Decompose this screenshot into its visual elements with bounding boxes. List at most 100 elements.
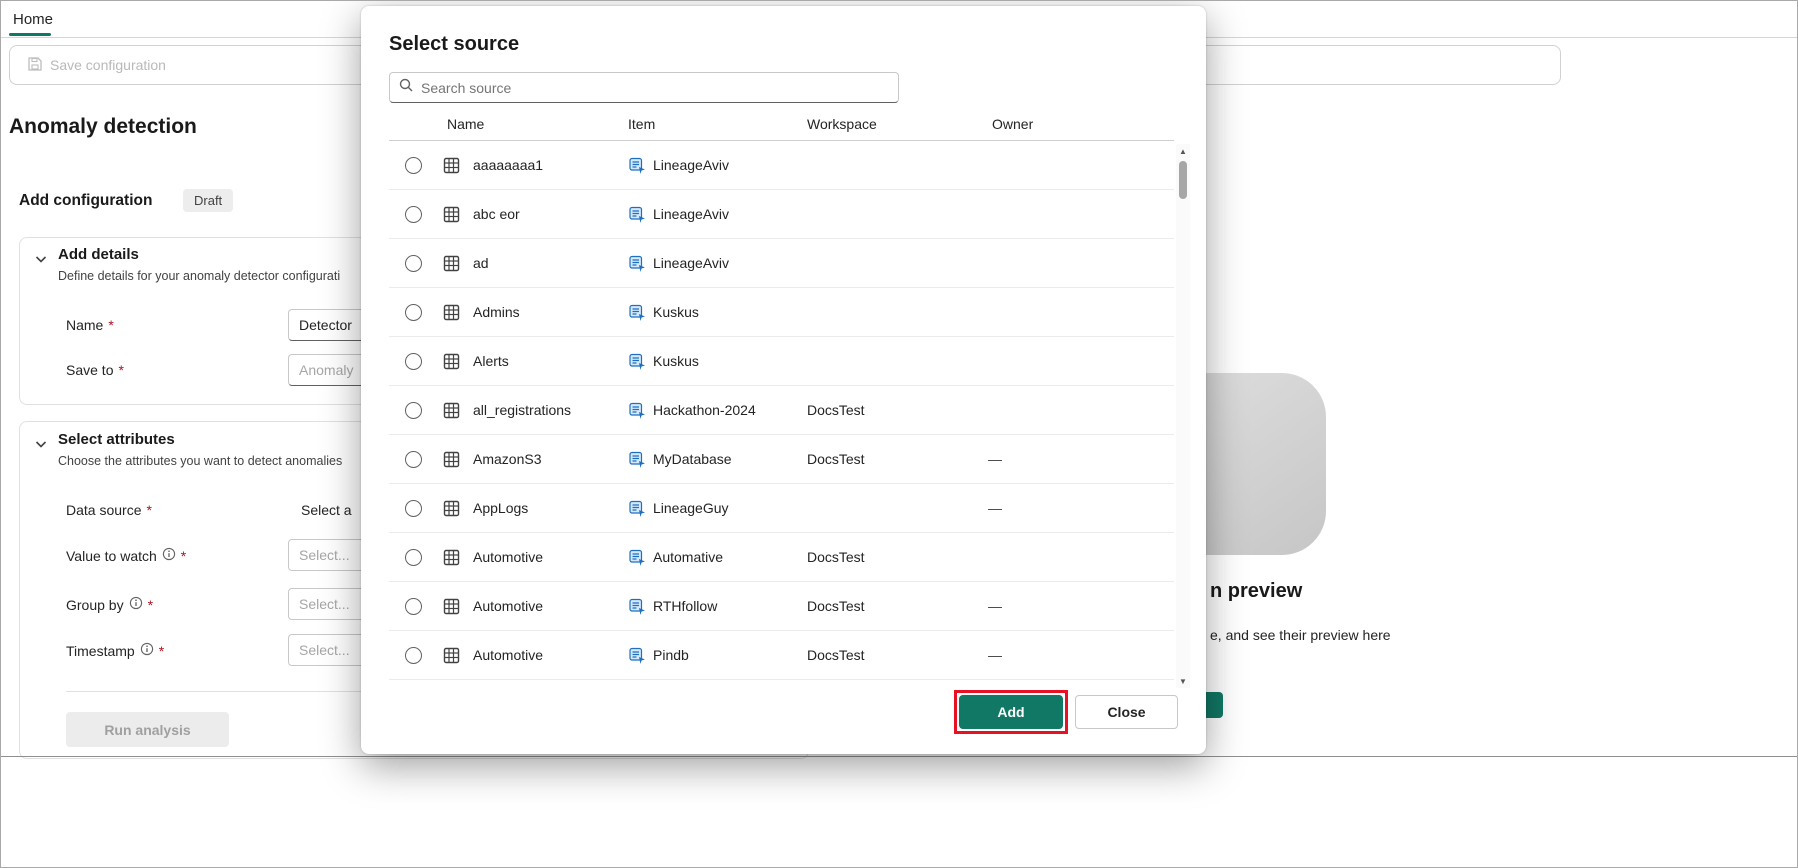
table-row[interactable]: Automotive RTHfollow DocsTest —: [389, 582, 1174, 631]
search-icon: [398, 77, 414, 98]
data-source-label: Data source *: [66, 502, 152, 518]
table-row[interactable]: Alerts Kuskus: [389, 337, 1174, 386]
row-name: abc eor: [473, 206, 520, 222]
table-row[interactable]: AmazonS3 MyDatabase DocsTest —: [389, 435, 1174, 484]
required-mark: *: [180, 547, 187, 564]
kql-database-icon: [629, 402, 646, 419]
row-item: LineageAviv: [653, 255, 730, 271]
tab-home[interactable]: Home: [13, 11, 53, 28]
row-name: AmazonS3: [473, 451, 542, 467]
table-row[interactable]: Automotive Automative DocsTest: [389, 533, 1174, 582]
save-icon: [27, 56, 43, 75]
table-row[interactable]: abc eor LineageAviv: [389, 190, 1174, 239]
kql-database-icon: [629, 598, 646, 615]
scrollbar[interactable]: ▲ ▼: [1176, 144, 1190, 688]
row-name: AppLogs: [473, 500, 529, 516]
row-radio[interactable]: [405, 206, 422, 223]
row-workspace: DocsTest: [807, 451, 865, 467]
table-grid-icon: [443, 451, 460, 468]
run-analysis-button[interactable]: Run analysis: [66, 712, 229, 747]
save-to-label: Save to *: [66, 362, 124, 378]
app-window: Home Save configuration Anomaly detectio…: [0, 0, 1798, 868]
timestamp-label: Timestamp *: [66, 642, 165, 659]
chevron-down-icon[interactable]: [34, 252, 48, 266]
column-header-item[interactable]: Item: [628, 116, 655, 132]
kql-database-icon: [629, 255, 646, 272]
required-mark: *: [147, 596, 154, 613]
row-radio[interactable]: [405, 353, 422, 370]
row-radio[interactable]: [405, 157, 422, 174]
row-workspace: DocsTest: [807, 647, 865, 663]
kql-database-icon: [629, 549, 646, 566]
row-item: Pindb: [653, 647, 689, 663]
add-details-title: Add details: [58, 246, 139, 263]
column-header-workspace[interactable]: Workspace: [807, 116, 877, 132]
table-row[interactable]: Admins Kuskus: [389, 288, 1174, 337]
required-mark: *: [158, 642, 165, 659]
draft-status-badge: Draft: [183, 189, 234, 212]
row-item: Automative: [653, 549, 724, 565]
row-radio[interactable]: [405, 598, 422, 615]
add-button[interactable]: Add: [959, 695, 1063, 729]
row-item: MyDatabase: [653, 451, 732, 467]
table-row[interactable]: aaaaaaaa1 LineageAviv: [389, 141, 1174, 190]
info-icon[interactable]: [129, 596, 143, 613]
kql-database-icon: [629, 451, 646, 468]
table-grid-icon: [443, 206, 460, 223]
row-name: Automotive: [473, 549, 544, 565]
row-item: LineageGuy: [653, 500, 729, 516]
chevron-down-icon[interactable]: [34, 437, 48, 451]
row-radio[interactable]: [405, 549, 422, 566]
row-radio[interactable]: [405, 500, 422, 517]
preview-heading-fragment: n preview: [1210, 580, 1303, 602]
row-name: all_registrations: [473, 402, 572, 418]
table-grid-icon: [443, 304, 460, 321]
save-configuration-label: Save configuration: [50, 57, 166, 73]
column-header-name[interactable]: Name: [447, 116, 484, 132]
search-input[interactable]: [421, 79, 890, 96]
required-mark: *: [118, 362, 124, 378]
row-name: Automotive: [473, 598, 544, 614]
row-radio[interactable]: [405, 304, 422, 321]
row-workspace: DocsTest: [807, 549, 865, 565]
table-grid-icon: [443, 402, 460, 419]
row-radio[interactable]: [405, 647, 422, 664]
info-icon[interactable]: [162, 547, 176, 564]
scroll-up-arrow[interactable]: ▲: [1176, 144, 1190, 158]
value-to-watch-label: Value to watch *: [66, 547, 187, 564]
annotation-highlight-box: Add: [954, 690, 1068, 734]
row-radio[interactable]: [405, 402, 422, 419]
select-attributes-subtitle: Choose the attributes you want to detect…: [58, 454, 343, 468]
table-row[interactable]: AppLogs LineageGuy —: [389, 484, 1174, 533]
row-name: Admins: [473, 304, 520, 320]
row-workspace: DocsTest: [807, 598, 865, 614]
row-owner: —: [988, 500, 1002, 516]
kql-database-icon: [629, 206, 646, 223]
close-button[interactable]: Close: [1075, 695, 1178, 729]
scrollbar-thumb[interactable]: [1179, 161, 1187, 199]
save-configuration-button[interactable]: Save configuration: [17, 50, 176, 80]
kql-database-icon: [629, 500, 646, 517]
row-item: LineageAviv: [653, 157, 730, 173]
column-header-owner[interactable]: Owner: [992, 116, 1033, 132]
select-source-dialog: Select source Name Item Workspace Owner …: [361, 6, 1206, 754]
row-name: Alerts: [473, 353, 509, 369]
row-name: ad: [473, 255, 489, 271]
info-icon[interactable]: [140, 642, 154, 659]
table-row[interactable]: all_registrations Hackathon-2024 DocsTes…: [389, 386, 1174, 435]
table-grid-icon: [443, 255, 460, 272]
required-mark: *: [108, 317, 114, 333]
row-radio[interactable]: [405, 255, 422, 272]
row-item: RTHfollow: [653, 598, 718, 614]
table-row[interactable]: ad LineageAviv: [389, 239, 1174, 288]
scroll-down-arrow[interactable]: ▼: [1176, 674, 1190, 688]
data-source-value[interactable]: Select a: [301, 502, 352, 518]
add-details-subtitle: Define details for your anomaly detector…: [58, 269, 341, 283]
table-row[interactable]: Automotive Pindb DocsTest —: [389, 631, 1174, 680]
required-mark: *: [146, 502, 152, 518]
row-name: aaaaaaaa1: [473, 157, 544, 173]
source-table-body: aaaaaaaa1 LineageAviv abc eor LineageAvi…: [389, 140, 1174, 680]
row-item: Kuskus: [653, 353, 699, 369]
row-radio[interactable]: [405, 451, 422, 468]
dialog-title: Select source: [389, 33, 520, 55]
